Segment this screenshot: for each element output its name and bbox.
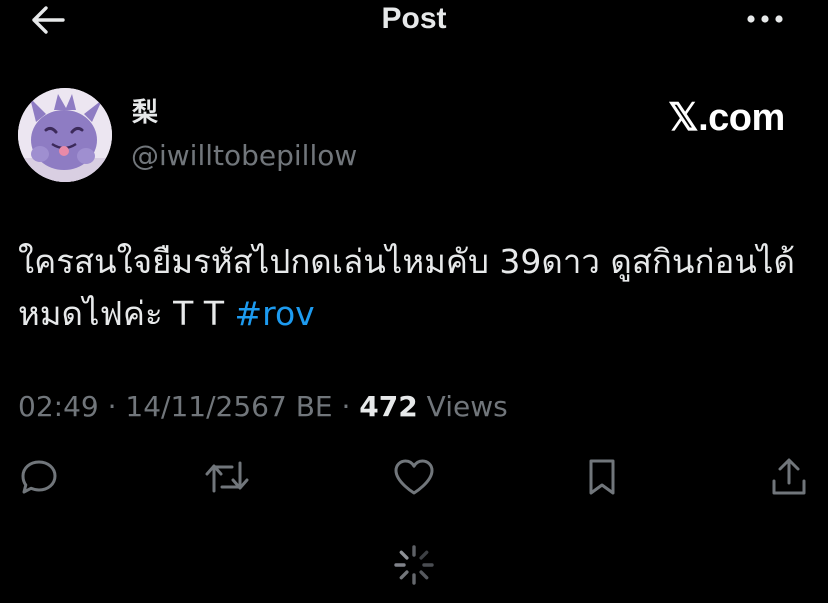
bookmark-button[interactable] xyxy=(579,452,625,502)
meta-separator: · xyxy=(98,390,126,423)
author-display-name[interactable]: 梨 xyxy=(132,96,158,130)
arrow-left-icon xyxy=(32,6,65,34)
like-button[interactable] xyxy=(391,452,437,502)
x-com-watermark: 𝕏.com xyxy=(668,97,785,139)
top-bar: Post xyxy=(0,0,828,40)
more-options-button[interactable] xyxy=(740,4,790,34)
views-count: 472 xyxy=(359,390,418,423)
back-button[interactable] xyxy=(28,2,68,38)
bookmark-icon xyxy=(589,459,615,495)
tweet-body: ใครสนใจยืมรหัสไปกดเล่นไหมคับ 39ดาว ดูสกิ… xyxy=(18,242,795,333)
action-bar xyxy=(0,452,828,502)
reply-icon xyxy=(21,460,57,494)
repost-icon xyxy=(205,461,249,493)
gengar-avatar xyxy=(18,88,112,182)
hashtag-link[interactable]: #rov xyxy=(234,294,314,333)
reply-button[interactable] xyxy=(16,452,62,502)
avatar[interactable] xyxy=(18,88,112,182)
repost-button[interactable] xyxy=(204,452,250,502)
share-button[interactable] xyxy=(766,452,812,502)
spinner-icon xyxy=(394,545,434,585)
author-handle[interactable]: @iwilltobepillow xyxy=(131,138,357,174)
more-horizontal-icon xyxy=(747,15,783,23)
heart-icon xyxy=(394,459,434,495)
tweet-meta: 02:49 · 14/11/2567 BE · 472 Views xyxy=(18,388,508,426)
loading-spinner xyxy=(392,543,436,587)
tweet-time[interactable]: 02:49 xyxy=(18,390,99,423)
page-title: Post xyxy=(381,2,447,35)
share-icon xyxy=(772,458,806,495)
meta-separator: · xyxy=(332,390,360,423)
tweet-text: ใครสนใจยืมรหัสไปกดเล่นไหมคับ 39ดาว ดูสกิ… xyxy=(18,236,808,340)
views-label: Views xyxy=(417,390,508,423)
tweet-date[interactable]: 14/11/2567 BE xyxy=(125,390,332,423)
